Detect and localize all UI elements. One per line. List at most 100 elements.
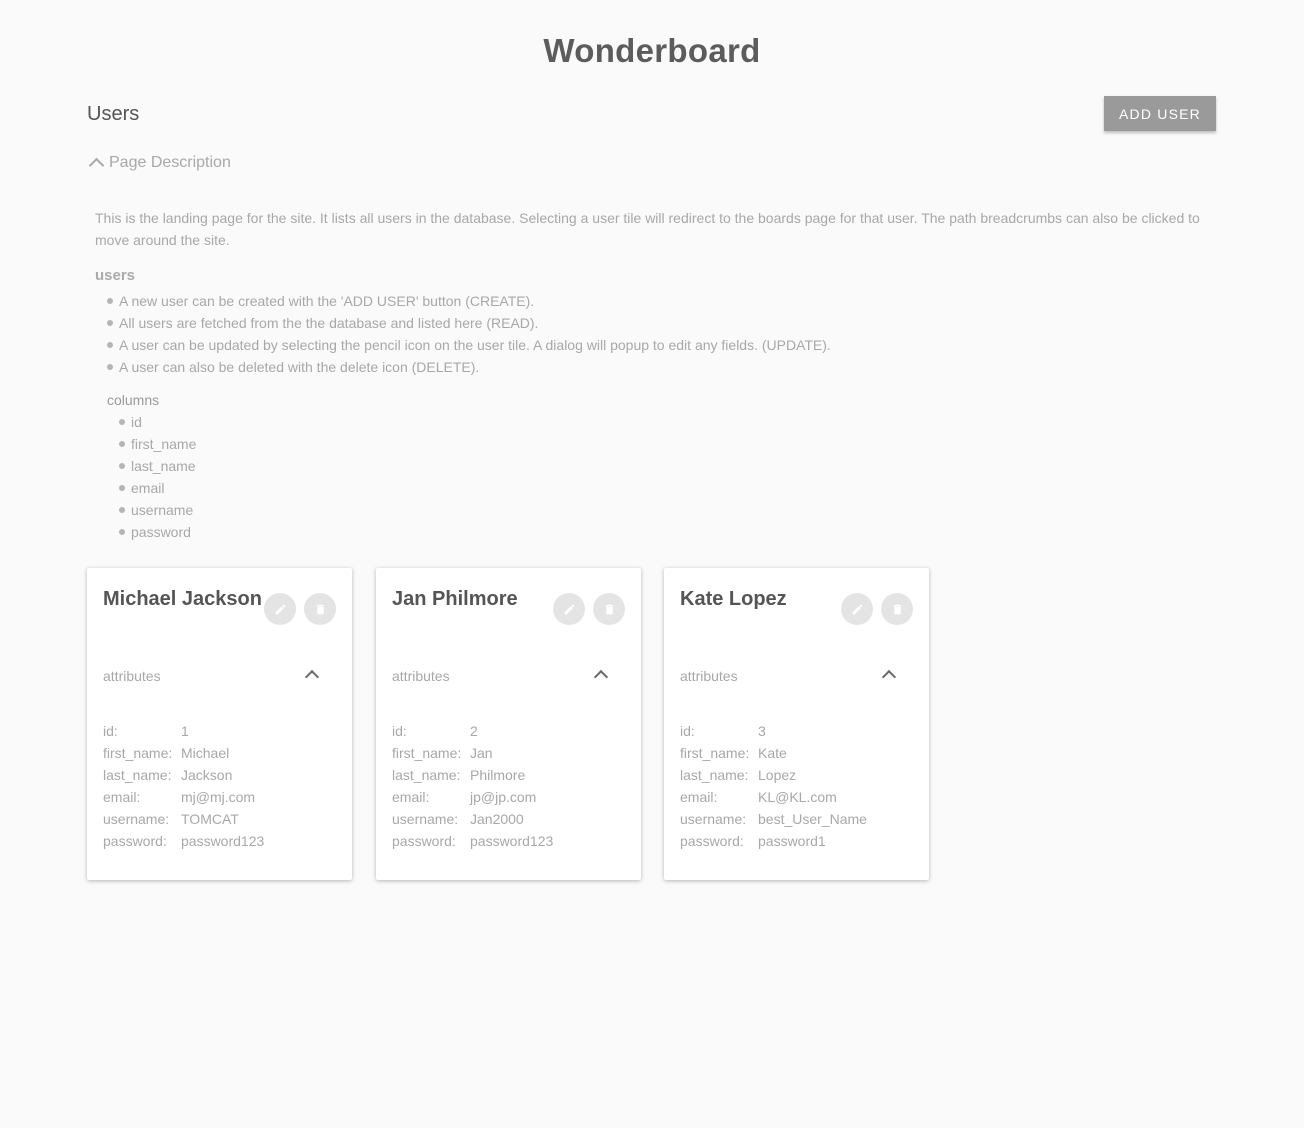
attribute-value: jp@jp.com <box>470 789 537 805</box>
page-description-body: This is the landing page for the site. I… <box>95 207 1225 543</box>
pencil-icon <box>852 604 862 614</box>
attribute-value: 3 <box>758 723 766 739</box>
add-user-button[interactable]: ADD USER <box>1104 96 1216 131</box>
list-item: username <box>119 499 1225 521</box>
trash-icon <box>893 604 901 614</box>
attribute-key: email: <box>103 789 141 805</box>
attribute-row: email: KL@KL.com <box>680 786 867 808</box>
attribute-value: 2 <box>470 723 478 739</box>
pencil-icon <box>564 604 574 614</box>
list-item: first_name <box>119 433 1225 455</box>
attribute-key: first_name: <box>103 745 173 761</box>
chevron-up-icon <box>593 669 609 685</box>
attribute-row: id: 2 <box>392 720 553 742</box>
description-section-title: users <box>95 267 136 284</box>
attributes-toggle[interactable]: attributes <box>680 668 910 688</box>
attribute-key: first_name: <box>680 745 750 761</box>
user-card[interactable]: Kate Lopez attributes id: 3 first_name: Ka… <box>664 568 929 880</box>
attribute-value: KL@KL.com <box>758 789 837 805</box>
list-item: A new user can be created with the 'ADD … <box>107 290 1225 312</box>
attribute-row: username: best_User_Name <box>680 808 867 830</box>
user-attributes: id: 3 first_name: Kate last_name: Lopez ema… <box>680 720 867 852</box>
user-attributes: id: 2 first_name: Jan last_name: Philmore e… <box>392 720 553 852</box>
attribute-key: last_name: <box>392 767 461 783</box>
attribute-key: password: <box>392 833 456 849</box>
user-attributes: id: 1 first_name: Michael last_name: Jackso… <box>103 720 264 852</box>
attribute-value: Kate <box>758 745 787 761</box>
attribute-row: id: 1 <box>103 720 264 742</box>
users-panel: Users ADD USER Page Description This is … <box>72 80 1232 908</box>
user-card[interactable]: Michael Jackson attributes id: 1 first_na… <box>87 568 352 880</box>
attribute-key: email: <box>680 789 718 805</box>
page-description-toggle[interactable]: Page Description <box>87 154 231 174</box>
attribute-value: TOMCAT <box>181 811 239 827</box>
list-item: email <box>119 477 1225 499</box>
columns-label: columns <box>107 392 160 408</box>
chevron-up-icon <box>881 669 897 685</box>
list-item: All users are fetched from the the datab… <box>107 312 1225 334</box>
delete-user-button[interactable] <box>593 593 625 625</box>
attribute-key: password: <box>680 833 744 849</box>
description-bullets: A new user can be created with the 'ADD … <box>95 290 1225 378</box>
attribute-value: Philmore <box>470 767 526 783</box>
attributes-label: attributes <box>680 668 738 684</box>
attribute-row: email: jp@jp.com <box>392 786 553 808</box>
attributes-toggle[interactable]: attributes <box>392 668 622 688</box>
attribute-value: Jackson <box>181 767 233 783</box>
attributes-toggle[interactable]: attributes <box>103 668 333 688</box>
attribute-value: Jan <box>470 745 493 761</box>
attribute-row: first_name: Michael <box>103 742 264 764</box>
attribute-value: password1 <box>758 833 826 849</box>
attribute-value: mj@mj.com <box>181 789 256 805</box>
attribute-value: Jan2000 <box>470 811 524 827</box>
attribute-key: first_name: <box>392 745 462 761</box>
page-title: Users <box>87 103 140 125</box>
attribute-key: id: <box>103 723 118 739</box>
edit-user-button[interactable] <box>264 593 296 625</box>
attribute-value: 1 <box>181 723 189 739</box>
attribute-value: password123 <box>470 833 554 849</box>
page-description-label: Page Description <box>109 154 231 171</box>
user-card[interactable]: Jan Philmore attributes id: 2 first_name:… <box>376 568 641 880</box>
pencil-icon <box>275 604 285 614</box>
delete-user-button[interactable] <box>881 593 913 625</box>
attribute-value: password123 <box>181 833 265 849</box>
attribute-key: last_name: <box>103 767 172 783</box>
attribute-row: last_name: Lopez <box>680 764 867 786</box>
attribute-value: best_User_Name <box>758 811 867 827</box>
attribute-key: password: <box>103 833 167 849</box>
edit-user-button[interactable] <box>841 593 873 625</box>
delete-user-button[interactable] <box>304 593 336 625</box>
list-item: id <box>119 411 1225 433</box>
attribute-key: email: <box>392 789 430 805</box>
user-card-name: Jan Philmore <box>392 588 518 610</box>
chevron-up-icon <box>304 669 320 685</box>
attribute-row: username: Jan2000 <box>392 808 553 830</box>
list-item: last_name <box>119 455 1225 477</box>
attribute-value: Michael <box>181 745 230 761</box>
attributes-label: attributes <box>103 668 161 684</box>
description-intro: This is the landing page for the site. I… <box>95 210 1200 248</box>
app-title: Wonderboard <box>543 32 761 69</box>
attribute-row: id: 3 <box>680 720 867 742</box>
attribute-row: last_name: Jackson <box>103 764 264 786</box>
attribute-row: email: mj@mj.com <box>103 786 264 808</box>
attribute-key: username: <box>103 811 170 827</box>
trash-icon <box>605 604 613 614</box>
attribute-row: first_name: Kate <box>680 742 867 764</box>
attribute-row: first_name: Jan <box>392 742 553 764</box>
attribute-row: password: password123 <box>392 830 553 852</box>
attribute-key: last_name: <box>680 767 749 783</box>
edit-user-button[interactable] <box>553 593 585 625</box>
user-card-name: Kate Lopez <box>680 588 787 610</box>
trash-icon <box>316 604 324 614</box>
attribute-key: id: <box>680 723 695 739</box>
columns-list: id first_name last_name email username p… <box>95 411 1225 543</box>
attribute-key: id: <box>392 723 407 739</box>
chevron-up-icon <box>88 157 105 174</box>
attribute-row: last_name: Philmore <box>392 764 553 786</box>
list-item: password <box>119 521 1225 543</box>
attribute-row: password: password1 <box>680 830 867 852</box>
list-item: A user can also be deleted with the dele… <box>107 356 1225 378</box>
attribute-row: username: TOMCAT <box>103 808 264 830</box>
